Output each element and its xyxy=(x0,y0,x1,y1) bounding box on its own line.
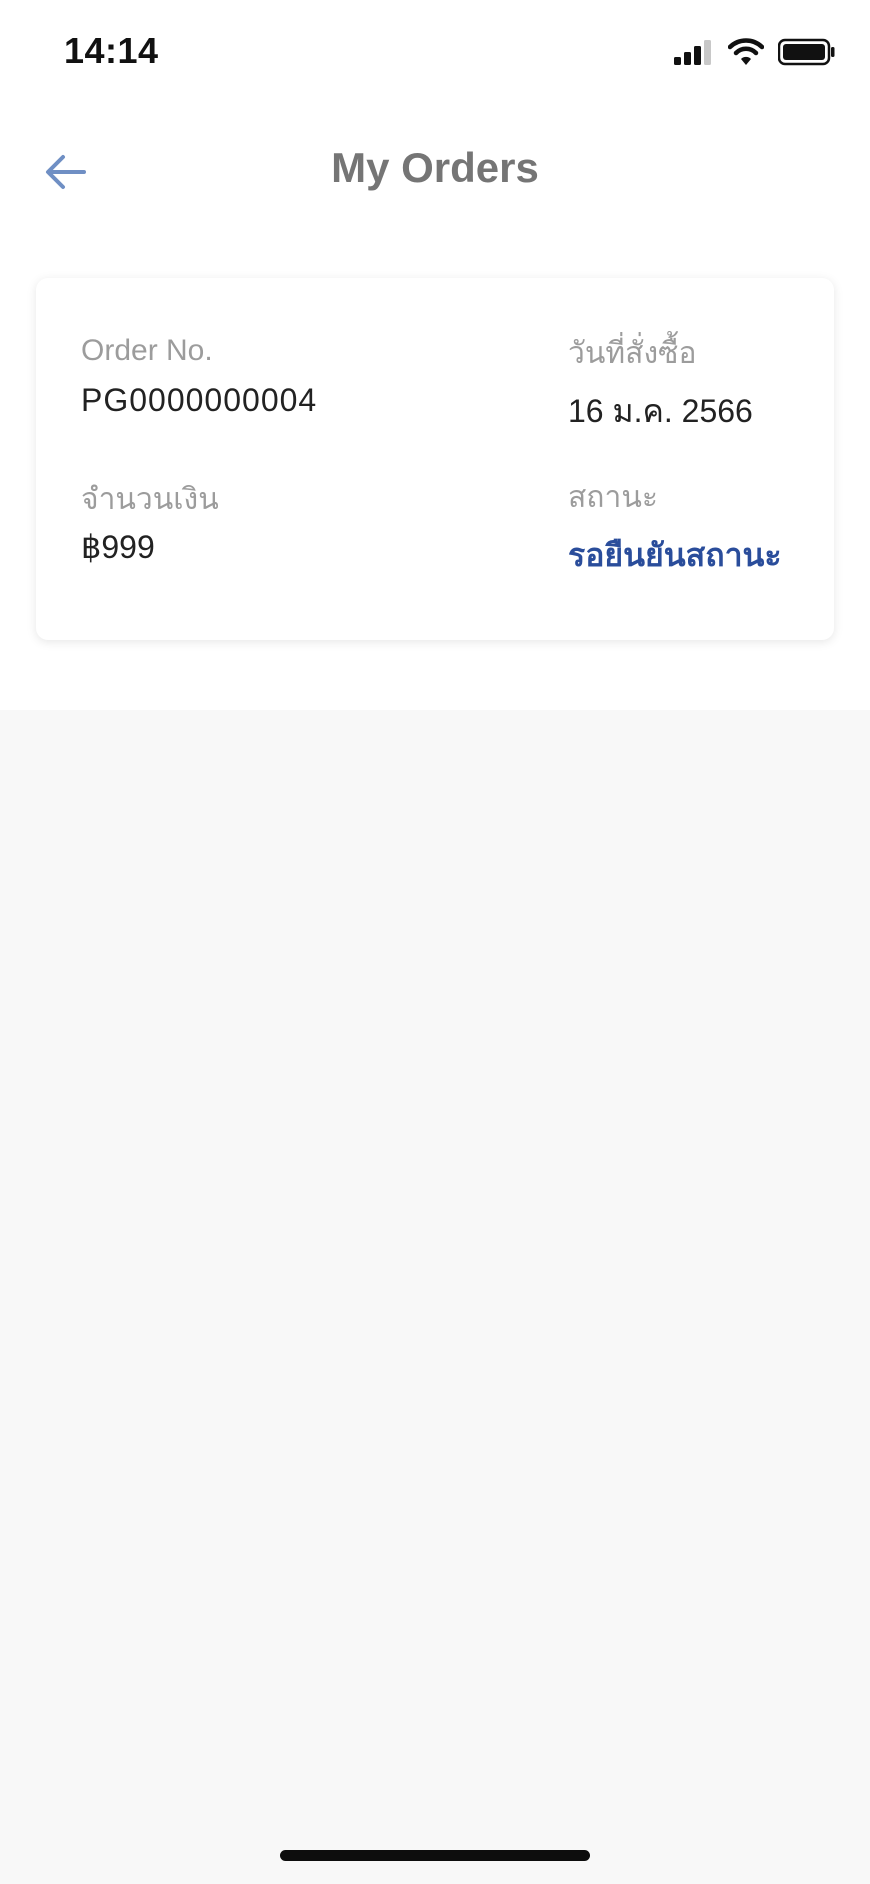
battery-icon xyxy=(777,38,836,71)
status-icons xyxy=(674,38,836,71)
status-label: สถานะ xyxy=(568,481,658,514)
navigation-bar: My Orders xyxy=(0,108,870,228)
page-title: My Orders xyxy=(331,144,539,191)
order-date-value: 16 ม.ค. 2566 xyxy=(568,393,753,429)
cellular-signal-icon xyxy=(674,39,714,70)
order-date-label: วันที่สั่งซื้อ xyxy=(568,337,697,370)
wifi-icon xyxy=(727,38,765,71)
order-number-label: Order No. xyxy=(81,334,213,367)
status-time: 14:14 xyxy=(64,30,159,71)
status-bar: 14:14 xyxy=(0,0,870,108)
empty-background xyxy=(0,710,870,1884)
amount-label: จำนวนเงิน xyxy=(81,483,219,516)
order-card[interactable]: Order No. PG0000000004 วันที่สั่งซื้อ 16… xyxy=(36,278,834,640)
amount-value: ฿999 xyxy=(81,529,155,565)
order-status-value: รอยืนยันสถานะ xyxy=(568,537,782,573)
home-indicator xyxy=(280,1850,590,1861)
order-number-value: PG0000000004 xyxy=(81,382,318,418)
